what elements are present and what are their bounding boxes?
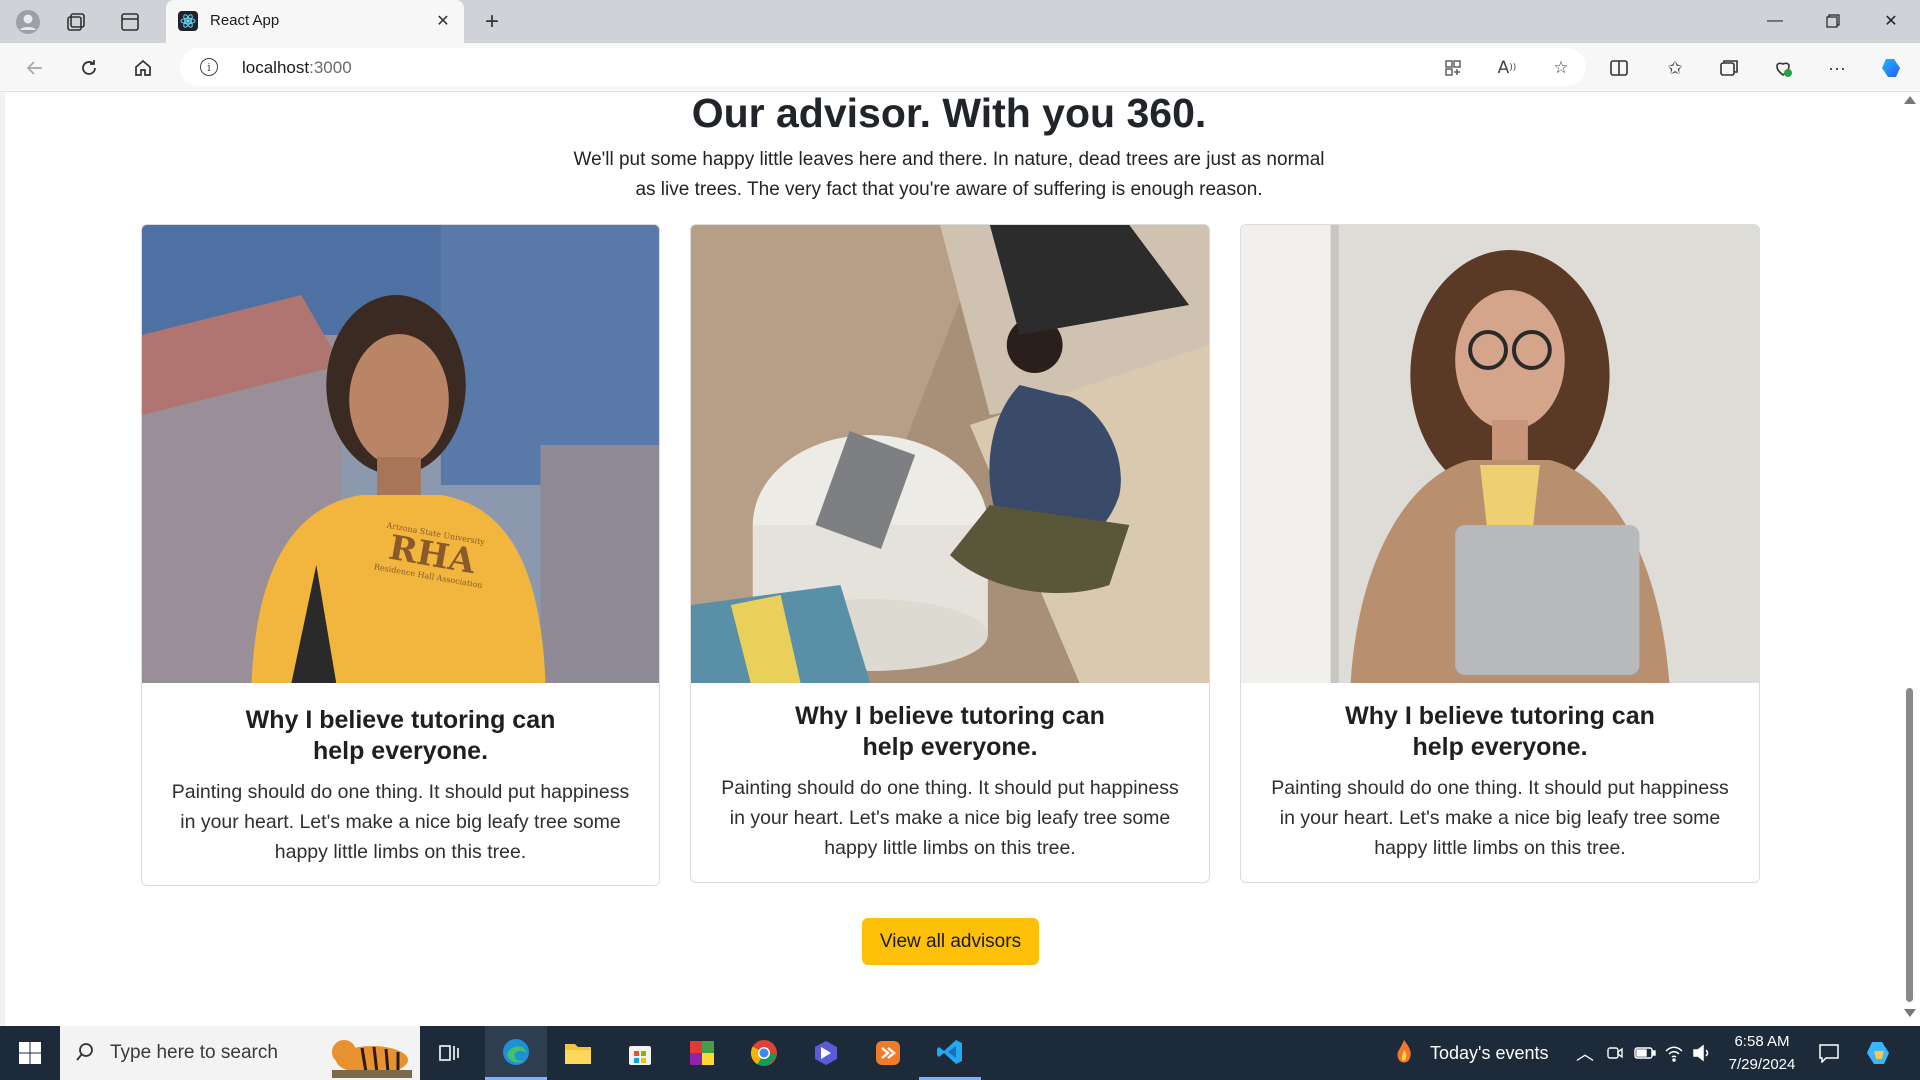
- back-icon[interactable]: [18, 51, 52, 85]
- browser-toolbar: i localhost:3000 A)) ☆ ✩ ···: [0, 43, 1920, 92]
- restore-icon[interactable]: [1810, 6, 1856, 36]
- split-screen-icon[interactable]: [1602, 51, 1636, 85]
- card-text: Painting should do one thing. It should …: [171, 781, 630, 863]
- tab-title: React App: [210, 12, 280, 29]
- tiger-search-highlight-icon: [332, 1040, 412, 1078]
- scroll-up-arrow-icon[interactable]: [1904, 96, 1916, 104]
- taskbar-search-input[interactable]: Type here to search: [60, 1026, 420, 1080]
- search-icon: [76, 1043, 93, 1061]
- refresh-icon[interactable]: [72, 51, 106, 85]
- vertical-scrollbar[interactable]: [1898, 92, 1920, 1026]
- browser-tab[interactable]: React App ✕: [166, 0, 464, 43]
- card-body: Why I believe tutoring can help everyone…: [142, 705, 659, 867]
- file-explorer-icon[interactable]: [547, 1026, 609, 1080]
- close-icon[interactable]: ✕: [432, 10, 454, 32]
- home-icon[interactable]: [126, 51, 160, 85]
- window-close-icon[interactable]: ✕: [1868, 6, 1914, 36]
- advisor-photo-man-laptop: [691, 225, 1209, 683]
- advisor-card: Arizona State University RHA Residence H…: [141, 224, 660, 886]
- card-text: Painting should do one thing. It should …: [721, 777, 1179, 859]
- card-body: Why I believe tutoring can help everyone…: [1241, 701, 1759, 863]
- edge-browser-icon[interactable]: [485, 1026, 547, 1080]
- card-title: Why I believe tutoring can help everyone…: [245, 706, 556, 765]
- taskbar-clock[interactable]: 6:58 AM 7/29/2024: [1712, 1030, 1812, 1076]
- battery-icon[interactable]: [1634, 1026, 1656, 1080]
- windows-taskbar: Type here to search Today's events ︿ 6:5…: [0, 1026, 1920, 1080]
- copilot-icon[interactable]: [1874, 51, 1908, 85]
- notifications-icon[interactable]: [1818, 1026, 1840, 1080]
- scroll-down-arrow-icon[interactable]: [1904, 1009, 1916, 1017]
- colorful-app-icon[interactable]: [671, 1026, 733, 1080]
- collections-icon[interactable]: [1712, 51, 1746, 85]
- volume-icon[interactable]: [1692, 1026, 1712, 1080]
- bing-app-icon[interactable]: [795, 1026, 857, 1080]
- section-subtext: We'll put some happy little leaves here …: [573, 149, 1325, 200]
- vscode-icon[interactable]: [919, 1026, 981, 1080]
- card-title: Why I believe tutoring can help everyone…: [795, 702, 1105, 761]
- wifi-icon[interactable]: [1664, 1026, 1684, 1080]
- microsoft-store-icon[interactable]: [609, 1026, 671, 1080]
- card-title: Why I believe tutoring can help everyone…: [1345, 702, 1655, 761]
- site-info-icon[interactable]: i: [200, 58, 218, 76]
- view-all-advisors-button[interactable]: View all advisors: [862, 918, 1039, 965]
- show-hidden-icons-icon[interactable]: ︿: [1576, 1026, 1594, 1080]
- section-heading: Our advisor. With you 360.: [691, 92, 1207, 136]
- advisor-photo-woman-yellow-shirt: [142, 225, 659, 683]
- search-placeholder: Type here to search: [110, 1042, 278, 1063]
- orange-app-icon[interactable]: [857, 1026, 919, 1080]
- read-aloud-icon[interactable]: A)): [1494, 55, 1520, 81]
- copilot-taskbar-icon[interactable]: [1864, 1026, 1892, 1080]
- card-body: Why I believe tutoring can help everyone…: [691, 701, 1209, 863]
- advisor-card: Why I believe tutoring can help everyone…: [690, 224, 1210, 883]
- plus-icon[interactable]: +: [476, 6, 508, 38]
- page-viewport: Our advisor. With you 360. We'll put som…: [0, 92, 1920, 1026]
- address-text[interactable]: localhost:3000: [242, 58, 352, 78]
- browser-essentials-icon[interactable]: [1766, 51, 1800, 85]
- windows-start-icon[interactable]: [10, 1038, 50, 1068]
- workspaces-icon[interactable]: [60, 6, 92, 38]
- favorites-icon[interactable]: ✩: [1658, 51, 1692, 85]
- scrollbar-thumb[interactable]: [1906, 688, 1913, 1002]
- task-view-icon[interactable]: [420, 1026, 478, 1080]
- advisor-card: Why I believe tutoring can help everyone…: [1240, 224, 1760, 883]
- page-left-edge: [0, 92, 5, 1026]
- todays-events-widget[interactable]: Today's events: [1392, 1026, 1549, 1080]
- minimize-icon[interactable]: —: [1752, 6, 1798, 36]
- more-options-icon[interactable]: ···: [1820, 51, 1854, 85]
- meet-now-icon[interactable]: [1606, 1026, 1624, 1080]
- card-text: Painting should do one thing. It should …: [1271, 777, 1729, 859]
- profile-icon[interactable]: [12, 6, 44, 38]
- chrome-browser-icon[interactable]: [733, 1026, 795, 1080]
- events-label: Today's events: [1430, 1042, 1549, 1063]
- vertical-tabs-icon[interactable]: [114, 6, 146, 38]
- flame-icon: [1397, 1040, 1411, 1063]
- favorite-star-icon[interactable]: ☆: [1548, 55, 1574, 81]
- app-available-icon[interactable]: [1440, 55, 1466, 81]
- address-bar[interactable]: i localhost:3000 A)) ☆: [180, 48, 1586, 86]
- react-logo-icon: [178, 11, 198, 31]
- browser-titlebar: React App ✕ + — ✕: [0, 0, 1920, 43]
- advisor-photo-woman-glasses: [1241, 225, 1759, 683]
